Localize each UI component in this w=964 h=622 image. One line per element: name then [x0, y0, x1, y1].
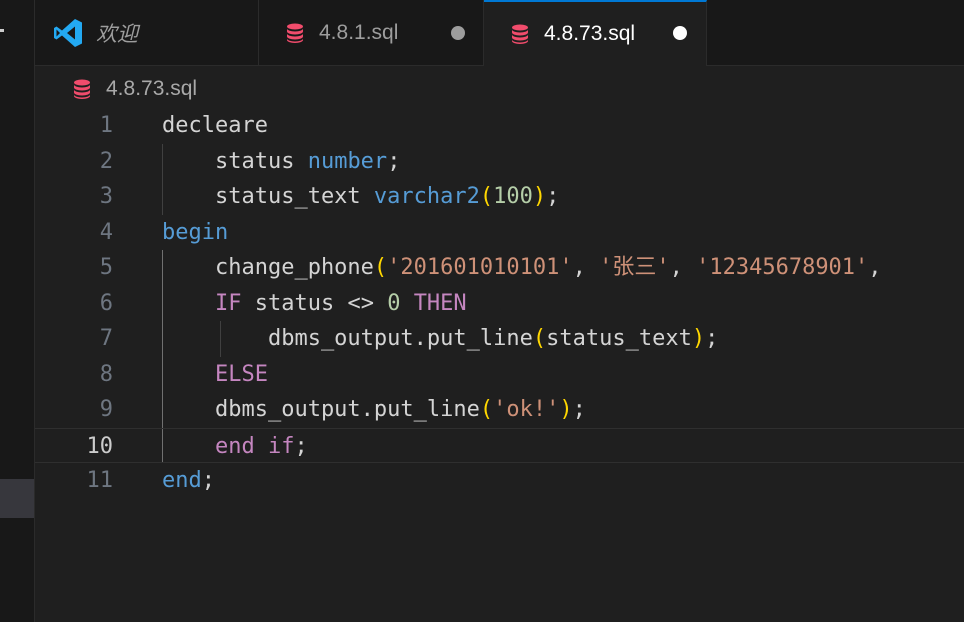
code-line[interactable]: 11 end; — [35, 463, 964, 499]
code-token: ; — [294, 433, 308, 459]
code-line[interactable]: 6 IF status <> 0 THEN — [35, 286, 964, 322]
database-icon — [287, 23, 303, 43]
tab-4-8-73-label: 4.8.73.sql — [544, 22, 636, 45]
code-line[interactable]: 1 decleare — [35, 108, 964, 144]
line-number: 4 — [99, 219, 113, 245]
code-token: '张三' — [599, 255, 670, 280]
code-text[interactable]: end if; — [162, 429, 308, 465]
sidebar-strip — [0, 0, 35, 622]
code-token: THEN — [413, 290, 467, 316]
code-token: number — [307, 148, 388, 174]
code-token: 0 — [387, 290, 401, 316]
line-number: 2 — [99, 148, 113, 174]
code-token: , — [572, 255, 600, 280]
tab-welcome[interactable]: 欢迎 — [35, 0, 259, 65]
unsaved-dot-icon[interactable] — [451, 26, 465, 40]
line-number: 8 — [99, 361, 113, 387]
code-text[interactable]: IF status <> 0 THEN — [162, 286, 467, 322]
line-number: 1 — [99, 113, 113, 138]
code-line[interactable]: 9 dbms_output.put_line('ok!'); — [35, 392, 964, 428]
code-text[interactable]: dbms_output.put_line('ok!'); — [162, 392, 586, 428]
line-number: 9 — [99, 397, 113, 422]
code-token: '12345678901' — [696, 255, 869, 280]
line-number: 3 — [99, 184, 113, 209]
code-editor[interactable]: 1 decleare 2 status number; 3 status_text v… — [35, 108, 964, 622]
tab-4-8-73-sql[interactable]: 4.8.73.sql — [484, 0, 707, 66]
code-token: ELSE — [214, 361, 268, 387]
code-token: ) — [691, 326, 706, 351]
line-number: 10 — [86, 433, 114, 459]
code-token: , — [868, 255, 882, 280]
breadcrumb[interactable]: 4.8.73.sql — [73, 75, 197, 103]
code-text[interactable]: status number; — [162, 144, 400, 180]
code-token: status_text — [546, 326, 692, 351]
line-number: 5 — [99, 255, 113, 280]
sidebar-selected-item[interactable] — [0, 479, 34, 518]
code-token: 'ok!' — [493, 397, 560, 422]
code-line[interactable]: 5 change_phone('201601010101', '张三', '12… — [35, 250, 964, 286]
breadcrumb-file-label: 4.8.73.sql — [106, 77, 198, 100]
tab-4-8-1-sql[interactable]: 4.8.1.sql — [259, 0, 484, 65]
code-token: ( — [532, 326, 547, 351]
code-token: change_phone — [162, 255, 374, 280]
code-text[interactable]: begin — [162, 215, 228, 251]
editor-tab-bar: 欢迎 4.8.1.sql 4.8.73.sql — [35, 0, 964, 66]
code-token: ; — [572, 397, 586, 422]
code-line[interactable]: 7 dbms_output.put_line(status_text); — [35, 321, 964, 357]
code-line[interactable]: 10 end if; — [35, 427, 964, 465]
code-token: ; — [387, 148, 401, 174]
code-token: ) — [532, 184, 547, 209]
code-text[interactable]: dbms_output.put_line(status_text); — [162, 321, 718, 357]
code-token: ; — [201, 468, 215, 493]
code-token: ; — [705, 326, 719, 351]
unsaved-dot-icon[interactable] — [673, 26, 687, 40]
code-line[interactable]: 4 begin — [35, 215, 964, 251]
code-token: varchar2 — [373, 184, 480, 209]
vscode-logo-icon — [54, 18, 82, 47]
code-token: ( — [479, 184, 494, 209]
code-text[interactable]: status_text varchar2(100); — [162, 179, 559, 215]
tab-welcome-label: 欢迎 — [96, 22, 138, 46]
code-text[interactable]: end; — [162, 463, 215, 499]
code-token: end — [162, 468, 202, 493]
code-token: ) — [559, 397, 573, 422]
code-text[interactable]: decleare — [162, 108, 268, 144]
code-token: decleare — [162, 113, 268, 138]
line-number: 11 — [86, 468, 114, 493]
code-token: ; — [546, 184, 560, 209]
code-token: begin — [162, 219, 229, 245]
code-text[interactable]: change_phone('201601010101', '张三', '1234… — [162, 250, 882, 286]
code-token: dbms_output.put_line — [162, 397, 480, 422]
code-text[interactable]: ELSE — [162, 357, 268, 393]
code-token: 100 — [493, 184, 533, 209]
code-line[interactable]: 8 ELSE — [35, 357, 964, 393]
line-number: 6 — [99, 290, 113, 316]
code-token: IF — [214, 290, 242, 316]
tab-4-8-1-label: 4.8.1.sql — [319, 20, 399, 44]
code-token: end — [214, 433, 255, 459]
code-token: ( — [479, 397, 494, 422]
database-icon — [74, 79, 90, 99]
code-token: , — [669, 255, 697, 280]
code-line[interactable]: 2 status number; — [35, 144, 964, 180]
line-number: 7 — [99, 326, 113, 351]
code-token: '201601010101' — [387, 255, 573, 280]
database-icon — [512, 24, 528, 44]
code-token: status_text — [162, 184, 374, 209]
code-token: if — [267, 433, 295, 459]
code-token: status <> — [241, 290, 388, 316]
code-token: ( — [373, 255, 388, 280]
code-line[interactable]: 3 status_text varchar2(100); — [35, 179, 964, 215]
code-token: dbms_output.put_line — [162, 326, 533, 351]
more-actions-icon[interactable] — [0, 29, 4, 32]
code-token: status — [162, 148, 308, 174]
